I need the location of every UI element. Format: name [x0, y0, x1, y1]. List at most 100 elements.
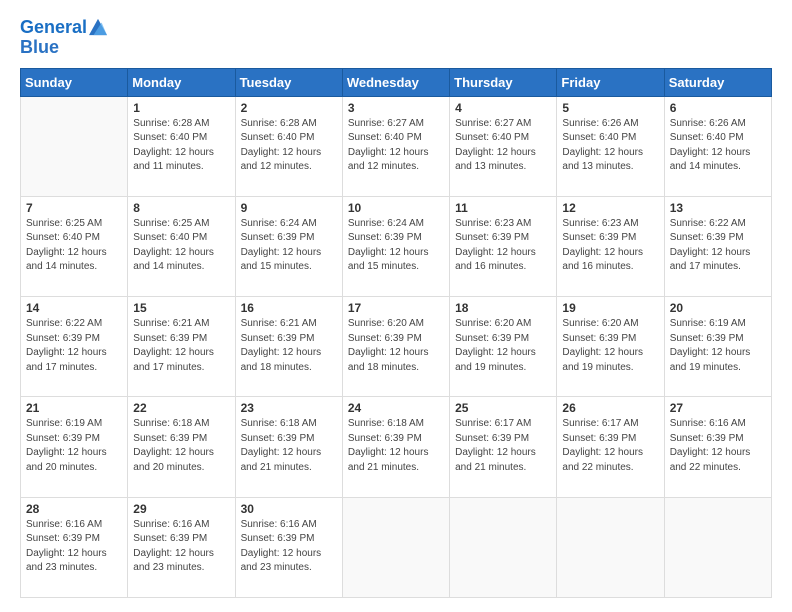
weekday-header-wednesday: Wednesday: [342, 68, 449, 96]
day-info: Sunrise: 6:25 AMSunset: 6:40 PMDaylight:…: [26, 217, 122, 275]
calendar-cell: 15 Sunrise: 6:21 AMSunset: 6:39 PMDayligh…: [128, 297, 235, 397]
day-number: 20: [670, 301, 766, 315]
calendar-cell: [664, 497, 771, 597]
day-number: 25: [455, 401, 551, 415]
day-info: Sunrise: 6:27 AMSunset: 6:40 PMDaylight:…: [348, 117, 444, 175]
day-number: 19: [562, 301, 658, 315]
calendar-cell: 13Sunrise: 6:22 AMSunset: 6:39 PMDayligh…: [664, 196, 771, 296]
day-number: 21: [26, 401, 122, 415]
day-number: 8: [133, 201, 229, 215]
day-number: 30: [241, 502, 337, 516]
day-info: Sunrise: 6:28 AMSunset: 6:40 PMDaylight:…: [241, 117, 337, 175]
calendar-cell: [21, 96, 128, 196]
day-number: 4: [455, 101, 551, 115]
calendar-cell: 6Sunrise: 6:26 AMSunset: 6:40 PMDaylight…: [664, 96, 771, 196]
day-info: Sunrise: 6:18 AMSunset: 6:39 PMDaylight:…: [133, 417, 229, 475]
day-info: Sunrise: 6:17 AMSunset: 6:39 PMDaylight:…: [455, 417, 551, 475]
day-info: Sunrise: 6:16 AMSunset: 6:39 PMDaylight:…: [670, 417, 766, 475]
day-number: 27: [670, 401, 766, 415]
day-number: 9: [241, 201, 337, 215]
calendar-cell: 7Sunrise: 6:25 AMSunset: 6:40 PMDaylight…: [21, 196, 128, 296]
weekday-header-tuesday: Tuesday: [235, 68, 342, 96]
day-info: Sunrise: 6:19 AMSunset: 6:39 PMDaylight:…: [670, 317, 766, 375]
calendar-cell: 17 Sunrise: 6:20 AMSunset: 6:39 PMDayligh…: [342, 297, 449, 397]
day-number: 12: [562, 201, 658, 215]
calendar-cell: 29 Sunrise: 6:16 AMSunset: 6:39 PMDayligh…: [128, 497, 235, 597]
calendar-cell: 12 Sunrise: 6:23 AMSunset: 6:39 PMDayligh…: [557, 196, 664, 296]
day-info: Sunrise: 6:18 AMSunset: 6:39 PMDaylight:…: [241, 417, 337, 475]
calendar-cell: 9 Sunrise: 6:24 AMSunset: 6:39 PMDaylight…: [235, 196, 342, 296]
day-info: Sunrise: 6:23 AMSunset: 6:39 PMDaylight:…: [562, 217, 658, 275]
calendar-cell: 3 Sunrise: 6:27 AMSunset: 6:40 PMDaylight…: [342, 96, 449, 196]
day-info: Sunrise: 6:21 AMSunset: 6:39 PMDaylight:…: [133, 317, 229, 375]
day-info: Sunrise: 6:24 AMSunset: 6:39 PMDaylight:…: [348, 217, 444, 275]
calendar-week-5: 28Sunrise: 6:16 AMSunset: 6:39 PMDayligh…: [21, 497, 772, 597]
day-number: 18: [455, 301, 551, 315]
weekday-header-saturday: Saturday: [664, 68, 771, 96]
calendar-cell: 30 Sunrise: 6:16 AMSunset: 6:39 PMDayligh…: [235, 497, 342, 597]
day-number: 17: [348, 301, 444, 315]
day-info: Sunrise: 6:17 AMSunset: 6:39 PMDaylight:…: [562, 417, 658, 475]
calendar-week-2: 7Sunrise: 6:25 AMSunset: 6:40 PMDaylight…: [21, 196, 772, 296]
day-number: 13: [670, 201, 766, 215]
calendar-cell: 2 Sunrise: 6:28 AMSunset: 6:40 PMDaylight…: [235, 96, 342, 196]
calendar-cell: 5 Sunrise: 6:26 AMSunset: 6:40 PMDaylight…: [557, 96, 664, 196]
day-number: 16: [241, 301, 337, 315]
calendar-week-3: 14 Sunrise: 6:22 AMSunset: 6:39 PMDayligh…: [21, 297, 772, 397]
calendar-cell: 24 Sunrise: 6:18 AMSunset: 6:39 PMDayligh…: [342, 397, 449, 497]
header: General Blue: [20, 18, 772, 58]
calendar-week-1: 1 Sunrise: 6:28 AMSunset: 6:40 PMDaylight…: [21, 96, 772, 196]
day-info: Sunrise: 6:20 AMSunset: 6:39 PMDaylight:…: [455, 317, 551, 375]
calendar-cell: [557, 497, 664, 597]
day-info: Sunrise: 6:26 AMSunset: 6:40 PMDaylight:…: [562, 117, 658, 175]
calendar-cell: 28Sunrise: 6:16 AMSunset: 6:39 PMDayligh…: [21, 497, 128, 597]
day-number: 14: [26, 301, 122, 315]
logo-icon: [89, 18, 107, 36]
calendar-cell: [450, 497, 557, 597]
day-info: Sunrise: 6:22 AMSunset: 6:39 PMDaylight:…: [26, 317, 122, 375]
calendar-table: SundayMondayTuesdayWednesdayThursdayFrid…: [20, 68, 772, 598]
day-number: 5: [562, 101, 658, 115]
calendar-cell: 10Sunrise: 6:24 AMSunset: 6:39 PMDayligh…: [342, 196, 449, 296]
day-number: 22: [133, 401, 229, 415]
day-number: 6: [670, 101, 766, 115]
weekday-header-monday: Monday: [128, 68, 235, 96]
day-info: Sunrise: 6:20 AMSunset: 6:39 PMDaylight:…: [348, 317, 444, 375]
logo-text: General: [20, 18, 87, 38]
day-number: 23: [241, 401, 337, 415]
calendar-cell: 14 Sunrise: 6:22 AMSunset: 6:39 PMDayligh…: [21, 297, 128, 397]
calendar-cell: 8 Sunrise: 6:25 AMSunset: 6:40 PMDaylight…: [128, 196, 235, 296]
logo-text2: Blue: [20, 38, 107, 58]
calendar-cell: 18 Sunrise: 6:20 AMSunset: 6:39 PMDayligh…: [450, 297, 557, 397]
day-number: 11: [455, 201, 551, 215]
day-number: 26: [562, 401, 658, 415]
day-number: 1: [133, 101, 229, 115]
day-info: Sunrise: 6:25 AMSunset: 6:40 PMDaylight:…: [133, 217, 229, 275]
calendar-week-4: 21 Sunrise: 6:19 AMSunset: 6:39 PMDayligh…: [21, 397, 772, 497]
day-info: Sunrise: 6:20 AMSunset: 6:39 PMDaylight:…: [562, 317, 658, 375]
day-number: 29: [133, 502, 229, 516]
day-number: 3: [348, 101, 444, 115]
day-number: 2: [241, 101, 337, 115]
day-number: 15: [133, 301, 229, 315]
calendar-cell: 25 Sunrise: 6:17 AMSunset: 6:39 PMDayligh…: [450, 397, 557, 497]
day-info: Sunrise: 6:16 AMSunset: 6:39 PMDaylight:…: [241, 518, 337, 576]
day-info: Sunrise: 6:18 AMSunset: 6:39 PMDaylight:…: [348, 417, 444, 475]
calendar-cell: 1 Sunrise: 6:28 AMSunset: 6:40 PMDaylight…: [128, 96, 235, 196]
calendar-cell: 19 Sunrise: 6:20 AMSunset: 6:39 PMDayligh…: [557, 297, 664, 397]
day-info: Sunrise: 6:19 AMSunset: 6:39 PMDaylight:…: [26, 417, 122, 475]
page: General Blue SundayMondayTuesdayWednesda…: [0, 0, 792, 612]
calendar-cell: 4Sunrise: 6:27 AMSunset: 6:40 PMDaylight…: [450, 96, 557, 196]
weekday-header-sunday: Sunday: [21, 68, 128, 96]
day-info: Sunrise: 6:16 AMSunset: 6:39 PMDaylight:…: [133, 518, 229, 576]
calendar-cell: 21 Sunrise: 6:19 AMSunset: 6:39 PMDayligh…: [21, 397, 128, 497]
day-info: Sunrise: 6:24 AMSunset: 6:39 PMDaylight:…: [241, 217, 337, 275]
day-info: Sunrise: 6:28 AMSunset: 6:40 PMDaylight:…: [133, 117, 229, 175]
calendar-cell: 16Sunrise: 6:21 AMSunset: 6:39 PMDayligh…: [235, 297, 342, 397]
day-info: Sunrise: 6:23 AMSunset: 6:39 PMDaylight:…: [455, 217, 551, 275]
calendar-cell: 22 Sunrise: 6:18 AMSunset: 6:39 PMDayligh…: [128, 397, 235, 497]
weekday-header-friday: Friday: [557, 68, 664, 96]
calendar-cell: 27 Sunrise: 6:16 AMSunset: 6:39 PMDayligh…: [664, 397, 771, 497]
logo: General Blue: [20, 18, 107, 58]
day-number: 24: [348, 401, 444, 415]
